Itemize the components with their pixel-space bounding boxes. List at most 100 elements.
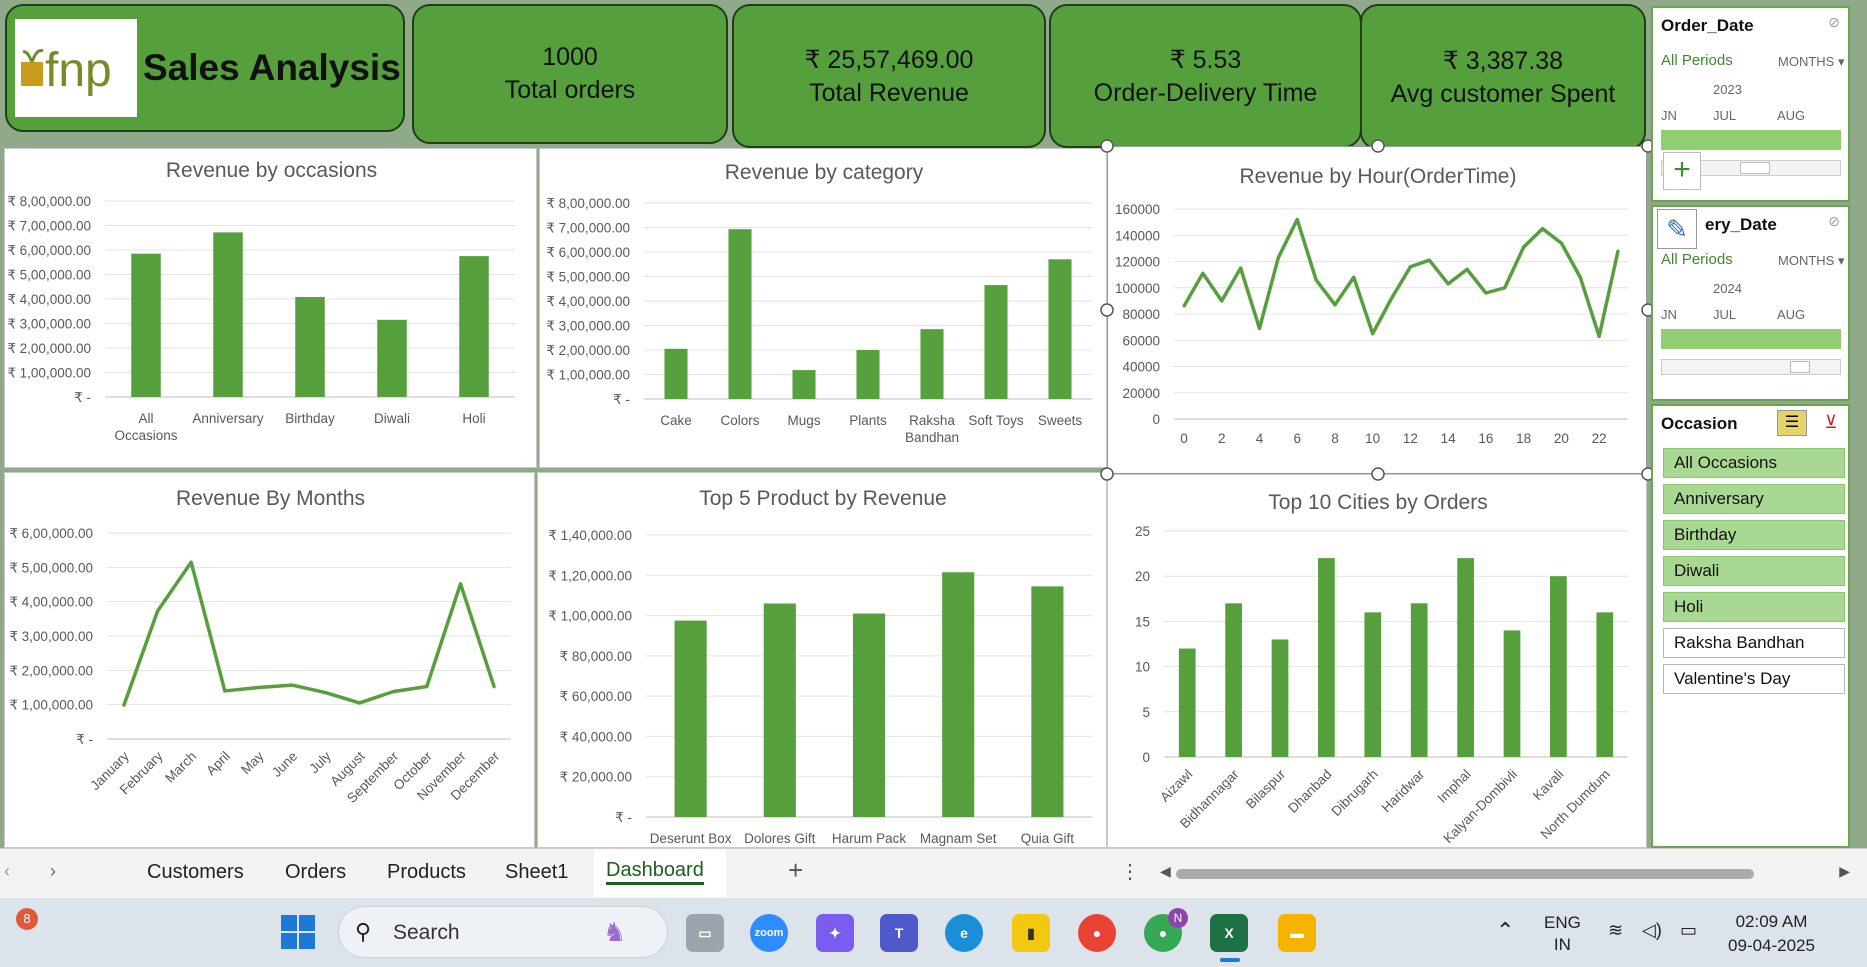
y-tick-label: ₹ 6,00,000.00 — [546, 245, 630, 260]
timeline-bar[interactable] — [1661, 329, 1841, 349]
timeline-title: Order_Date — [1661, 16, 1754, 35]
language-indicator[interactable]: ENG IN — [1544, 912, 1581, 956]
time-level-dropdown[interactable]: MONTHS ▾ — [1778, 253, 1844, 269]
scroll-right-icon[interactable]: › — [50, 861, 56, 882]
scroll-right-arrow-icon[interactable]: ▶ — [1839, 863, 1850, 880]
timeline-title: ery_Date — [1705, 215, 1777, 234]
slicer-item[interactable]: Raksha Bandhan — [1663, 628, 1845, 658]
edge-icon[interactable]: e — [945, 914, 983, 952]
chart-top-products[interactable]: Top 5 Product by Revenue ₹ - ₹ 20,000.00 ₹ … — [537, 472, 1107, 848]
chrome-icon[interactable]: ● — [1078, 914, 1116, 952]
volume-icon[interactable]: ◁) — [1642, 920, 1662, 941]
x-tick-label: Kavali — [1530, 767, 1567, 804]
brush-icon[interactable]: ✎ — [1657, 209, 1697, 249]
time-level-dropdown[interactable]: MONTHS ▾ — [1778, 54, 1844, 70]
horizontal-scrollbar[interactable]: ◀ ▶ — [1160, 863, 1850, 881]
powerbi-icon[interactable]: ▮ — [1012, 914, 1050, 952]
y-tick-label: ₹ - — [74, 390, 91, 405]
timeline-month: AUG — [1777, 108, 1806, 123]
bar — [1318, 558, 1335, 757]
slicer-item[interactable]: Birthday — [1663, 520, 1845, 550]
bar — [763, 603, 796, 817]
occasion-slicer[interactable]: Occasion ☰ ⊻ All Occasions Anniversary B… — [1651, 404, 1850, 848]
windows-start-icon[interactable] — [280, 914, 316, 950]
slicer-item[interactable]: All Occasions — [1663, 448, 1845, 478]
more-options-icon[interactable]: ⋮ — [1120, 859, 1140, 884]
x-tick-label: July — [306, 748, 334, 776]
clear-filter-icon[interactable]: ⊻ — [1817, 410, 1845, 436]
x-tick-label: Quia Gift — [1021, 831, 1075, 846]
chart-revenue-by-months[interactable]: Revenue By Months ₹ - ₹ 1,00,000.00 ₹ 2,00,… — [4, 472, 535, 848]
x-tick-label: Sweets — [1038, 413, 1083, 428]
data-point — [223, 689, 227, 693]
y-tick-label: ₹ 1,00,000.00 — [7, 366, 91, 381]
copilot-icon[interactable]: ✦ — [816, 914, 854, 952]
chart-revenue-by-category[interactable]: Revenue by category ₹ - ₹ 1,00,000.00 ₹ 2,0… — [539, 148, 1107, 468]
kpi-label: Total Revenue — [809, 78, 969, 107]
bar — [1364, 612, 1382, 757]
y-tick-label: ₹ 4,00,000.00 — [7, 292, 91, 307]
order-date-timeline[interactable]: Order_Date ⊘ All Periods MONTHS ▾ 2023 J… — [1651, 6, 1850, 202]
y-tick-label: 15 — [1135, 614, 1150, 629]
slicer-item[interactable]: Diwali — [1663, 556, 1845, 586]
zoom-icon[interactable]: zoom — [750, 914, 788, 952]
timeline-bar[interactable] — [1661, 130, 1841, 150]
notification-badge[interactable]: 8 — [16, 908, 38, 930]
clear-filter-icon[interactable]: ⊘ — [1828, 213, 1840, 230]
slicer-item[interactable]: Anniversary — [1663, 484, 1845, 514]
teams-icon[interactable]: T — [880, 914, 918, 952]
data-point — [189, 560, 193, 564]
taskbar-search[interactable]: ⚲ Search ♞ — [338, 906, 668, 958]
excel-icon[interactable]: X — [1210, 914, 1248, 952]
scroll-left-icon[interactable]: ‹ — [4, 861, 10, 882]
x-tick-label: Aizawl — [1157, 767, 1195, 805]
bar — [856, 350, 880, 399]
chevron-up-icon[interactable]: ⌃ — [1496, 918, 1514, 944]
y-tick-label: ₹ 4,00,000.00 — [546, 294, 630, 309]
battery-icon[interactable]: ▭ — [1680, 920, 1697, 941]
chart-selection-handles[interactable] — [1100, 138, 1660, 483]
tab-customers[interactable]: Customers — [147, 861, 244, 884]
data-point — [156, 609, 159, 613]
delivery-date-timeline[interactable]: ery_Date ✎ ⊘ All Periods MONTHS ▾ 2024 J… — [1651, 205, 1850, 401]
tab-dashboard-active[interactable]: Dashboard — [594, 849, 726, 897]
data-point — [324, 691, 328, 695]
slicer-item[interactable]: Holi — [1663, 592, 1845, 622]
data-point — [358, 701, 361, 705]
dashboard-title: Sales Analysis — [143, 47, 401, 88]
y-tick-label: ₹ 5,00,000.00 — [7, 268, 91, 283]
kpi-value: 1000 — [542, 43, 598, 71]
tab-products[interactable]: Products — [387, 861, 466, 884]
add-sheet-icon[interactable]: + — [788, 855, 803, 886]
title-card: fnp Sales Analysis — [5, 4, 405, 132]
x-tick-label: April — [203, 749, 233, 779]
chart-top-cities[interactable]: Top 10 Cities by Orders 0 5 10 15 20 25 Aizawl B… — [1107, 474, 1647, 848]
clear-filter-icon[interactable]: ⊘ — [1828, 14, 1840, 31]
chrome-profile-badge: N — [1168, 908, 1188, 928]
bar — [1031, 586, 1064, 817]
all-periods-label[interactable]: All Periods — [1661, 52, 1733, 69]
sheet-tab-bar: ‹ › Customers Orders Products Sheet1 Das… — [0, 848, 1867, 898]
wifi-icon[interactable]: ≋ — [1608, 920, 1623, 941]
all-periods-label[interactable]: All Periods — [1661, 251, 1733, 268]
file-explorer-icon[interactable]: ▬ — [1278, 914, 1316, 952]
data-point — [257, 686, 260, 689]
scroll-left-arrow-icon[interactable]: ◀ — [1160, 863, 1171, 880]
scrollbar-thumb[interactable] — [1176, 869, 1754, 879]
timeline-scrollbar[interactable] — [1661, 359, 1841, 375]
tab-sheet1[interactable]: Sheet1 — [505, 861, 568, 884]
kpi-delivery-time: ₹ 5.53 Order-Delivery Time — [1049, 4, 1362, 148]
slicer-item[interactable]: Valentine's Day — [1663, 664, 1845, 694]
x-tick-label: Soft Toys — [968, 413, 1024, 428]
file-manager-window-icon[interactable]: ▭ — [686, 914, 724, 952]
add-icon[interactable]: + — [1663, 152, 1701, 190]
y-tick-label: ₹ 40,000.00 — [560, 729, 632, 744]
data-point — [425, 684, 429, 688]
clock[interactable]: 02:09 AM 09-04-2025 — [1728, 910, 1815, 958]
multi-select-icon[interactable]: ☰ — [1777, 410, 1807, 436]
bar — [920, 329, 944, 399]
x-tick-label: May — [238, 748, 267, 777]
data-point — [391, 690, 395, 694]
chart-revenue-by-occasions[interactable]: Revenue by occasions ₹ - ₹ 1,00,000.00 ₹ 2,… — [4, 148, 537, 468]
tab-orders[interactable]: Orders — [285, 861, 346, 884]
